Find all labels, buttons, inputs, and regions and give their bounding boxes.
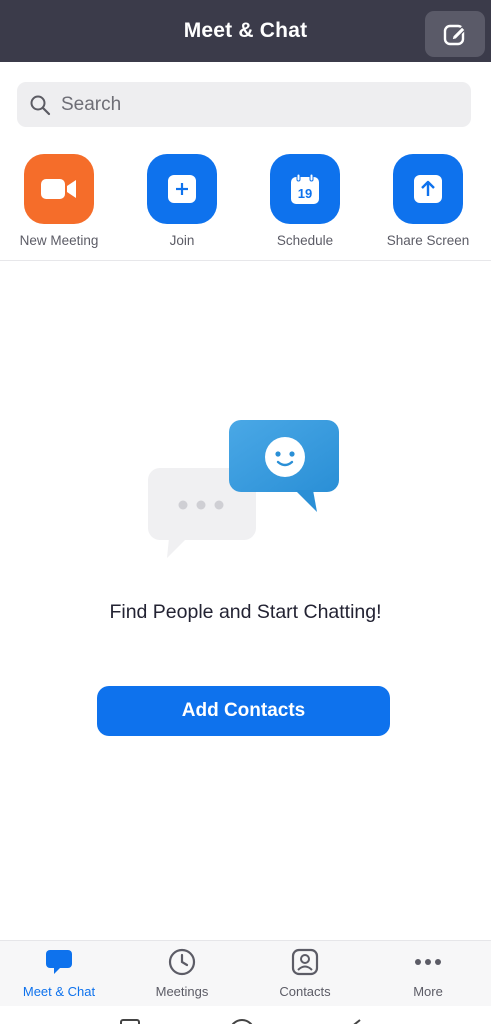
tab-contacts[interactable]: Contacts xyxy=(250,947,360,1003)
search-bar[interactable] xyxy=(17,82,471,127)
chat-bubble-icon xyxy=(44,947,74,977)
back-button xyxy=(353,1019,361,1024)
new-meeting-label: New Meeting xyxy=(19,233,99,248)
compose-button[interactable] xyxy=(425,11,485,57)
share-screen-label: Share Screen xyxy=(386,233,470,248)
more-dots-icon xyxy=(413,947,443,977)
quick-actions: New Meeting Join 19 Schedule Share Scree… xyxy=(0,154,491,260)
tab-more[interactable]: More xyxy=(373,947,483,1003)
page-title: Meet & Chat xyxy=(183,19,308,42)
share-screen-button[interactable] xyxy=(393,154,463,224)
search-icon xyxy=(30,95,51,115)
chat-bubbles-illustration xyxy=(148,420,339,558)
recents-button xyxy=(120,1019,140,1024)
new-meeting-action[interactable]: New Meeting xyxy=(4,154,114,254)
tab-meetings-label: Meetings xyxy=(155,984,209,999)
top-header: Meet & Chat xyxy=(0,0,491,62)
clock-icon xyxy=(167,947,197,977)
tab-more-label: More xyxy=(413,984,443,999)
compose-icon xyxy=(443,24,466,46)
empty-state-message: Find People and Start Chatting! xyxy=(109,601,382,623)
contact-card-icon xyxy=(290,947,320,977)
schedule-button[interactable]: 19 xyxy=(270,154,340,224)
search-input[interactable] xyxy=(61,93,441,116)
add-contacts-button[interactable]: Add Contacts xyxy=(97,686,390,736)
home-button xyxy=(231,1019,253,1024)
join-button[interactable] xyxy=(147,154,217,224)
plus-icon xyxy=(168,175,196,203)
system-nav-bar xyxy=(0,1006,491,1024)
new-meeting-button[interactable] xyxy=(24,154,94,224)
schedule-action[interactable]: 19 Schedule xyxy=(250,154,360,254)
bottom-nav: Meet & Chat Meetings Contacts More xyxy=(0,940,491,1006)
join-action[interactable]: Join xyxy=(127,154,237,254)
share-screen-action[interactable]: Share Screen xyxy=(373,154,483,254)
tab-meetings[interactable]: Meetings xyxy=(127,947,237,1003)
tab-meet-chat-label: Meet & Chat xyxy=(22,984,96,999)
calendar-day: 19 xyxy=(298,186,312,201)
upload-arrow-icon xyxy=(414,175,442,203)
join-label: Join xyxy=(169,233,195,248)
tab-contacts-label: Contacts xyxy=(279,984,331,999)
tab-meet-chat[interactable]: Meet & Chat xyxy=(4,947,114,1003)
schedule-label: Schedule xyxy=(276,233,334,248)
divider xyxy=(0,260,491,261)
calendar-icon: 19 xyxy=(291,173,319,204)
video-camera-icon xyxy=(41,179,76,199)
